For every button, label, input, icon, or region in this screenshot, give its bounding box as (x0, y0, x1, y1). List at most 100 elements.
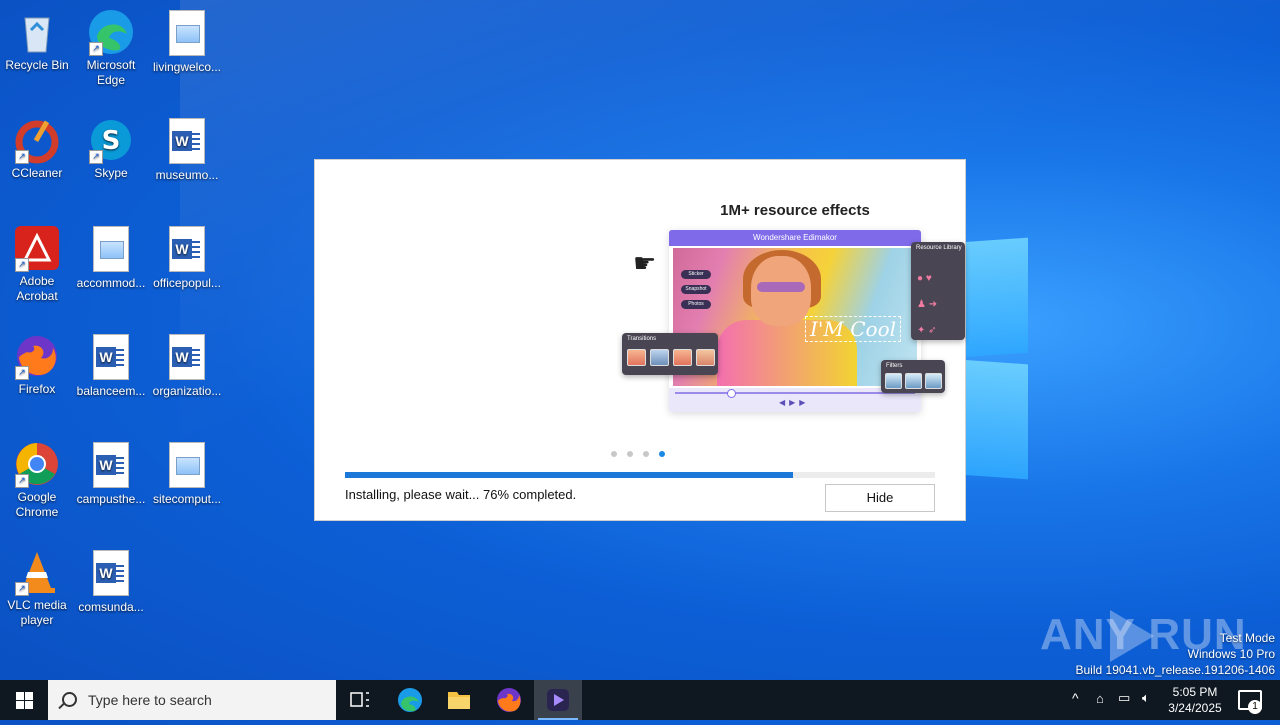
firefox-icon (497, 688, 521, 712)
desktop-icon-google-chrome[interactable]: ↗ Google Chrome (1, 440, 73, 520)
task-view-button[interactable] (336, 680, 384, 720)
windows-logo-wallpaper (960, 237, 1030, 480)
desktop-icon-label: Google Chrome (15, 490, 59, 519)
windows-build-info: Test Mode Windows 10 Pro Build 19041.vb_… (1076, 630, 1276, 678)
desktop-icon-vlc-media-player[interactable]: ↗ VLC media player (1, 548, 73, 628)
hide-button[interactable]: Hide (825, 484, 935, 512)
desktop-icon-museumo[interactable]: W museumo... (151, 116, 223, 183)
notification-count-badge: 1 (1248, 700, 1262, 714)
taskbar-edge-button[interactable] (386, 680, 434, 720)
desktop-icon-label: sitecomput... (152, 492, 222, 506)
shortcut-arrow-icon: ↗ (15, 366, 29, 380)
pagination-dot[interactable] (659, 451, 665, 457)
taskbar-firefox-button[interactable] (485, 680, 533, 720)
windows-edition-label: Windows 10 Pro (1187, 647, 1275, 661)
slide-title: 1M+ resource effects (720, 202, 870, 219)
image-file-icon (163, 442, 211, 490)
promo-chip: Photos (681, 300, 711, 309)
clock-date: 3/24/2025 (1168, 701, 1222, 715)
desktop-icon-firefox[interactable]: ↗ Firefox (1, 332, 73, 397)
search-placeholder: Type here to search (88, 692, 212, 708)
slide-pagination (611, 444, 675, 457)
vlc-cone-icon: ↗ (13, 548, 61, 596)
edge-icon: ↗ (87, 8, 135, 56)
shortcut-arrow-icon: ↗ (89, 150, 103, 164)
taskbar-file-explorer-button[interactable] (435, 680, 483, 720)
task-view-icon (350, 692, 369, 707)
desktop-icon-label: Microsoft Edge (86, 58, 136, 87)
pagination-dot[interactable] (643, 451, 649, 457)
panel-title: Resource Library (916, 245, 962, 251)
desktop-icon-sitecomput[interactable]: sitecomput... (151, 440, 223, 507)
shortcut-arrow-icon: ↗ (89, 42, 103, 56)
pagination-dot[interactable] (627, 451, 633, 457)
word-document-icon: W (163, 118, 211, 166)
clock-time: 5:05 PM (1172, 685, 1218, 699)
desktop-icon-microsoft-edge[interactable]: ↗ Microsoft Edge (75, 8, 147, 88)
desktop-icon-balanceem[interactable]: W balanceem... (75, 332, 147, 399)
word-document-icon: W (163, 334, 211, 382)
install-progress-fill (345, 472, 794, 478)
desktop-icon-organizatio[interactable]: W organizatio... (151, 332, 223, 399)
promo-app-title: Wondershare Edimakor (669, 230, 921, 246)
desktop-icon-skype[interactable]: S ↗ Skype (75, 116, 147, 181)
promo-chip-list: Sticker Snapshot Photos (681, 270, 711, 315)
volume-icon[interactable]: 🔈︎ (1142, 690, 1150, 706)
desktop-icon-label: museumo... (155, 168, 219, 182)
search-icon (62, 692, 77, 707)
word-document-icon: W (87, 334, 135, 382)
firefox-icon: ↗ (13, 332, 61, 380)
desktop-icon-label: VLC media player (7, 598, 67, 627)
usb-device-icon[interactable]: ⌂ (1096, 691, 1104, 706)
pagination-dot[interactable] (611, 451, 617, 457)
windows-build-label: Build 19041.vb_release.191206-1406 (1075, 663, 1276, 677)
panel-title: Filters (886, 363, 903, 369)
image-file-icon (87, 226, 135, 274)
desktop-icon-livingwelco[interactable]: livingwelco... (151, 8, 223, 75)
desktop-icon-label: balanceem... (76, 384, 146, 398)
shortcut-arrow-icon: ↗ (15, 150, 29, 164)
ccleaner-icon: ↗ (13, 116, 61, 164)
taskbar-search-box[interactable]: Type here to search (48, 680, 336, 720)
edimakor-app-icon (547, 689, 569, 711)
desktop-icon-officepopul[interactable]: W officepopul... (151, 224, 223, 291)
taskbar-clock[interactable]: 5:05 PM 3/24/2025 (1160, 684, 1230, 716)
shortcut-arrow-icon: ↗ (15, 582, 29, 596)
recycle-bin-icon (13, 8, 61, 56)
player-buttons-icon: ◀▶▶ (779, 398, 810, 407)
network-icon[interactable]: ▭ (1118, 690, 1130, 706)
desktop-icon-ccleaner[interactable]: ↗ CCleaner (1, 116, 73, 181)
skype-icon: S ↗ (87, 116, 135, 164)
start-button[interactable] (0, 680, 48, 720)
desktop-icon-label: organizatio... (152, 384, 222, 398)
show-hidden-icons-chevron-icon[interactable]: ^ (1072, 690, 1079, 706)
desktop-icon-label: Skype (94, 166, 128, 180)
shortcut-arrow-icon: ↗ (15, 258, 29, 272)
chrome-icon: ↗ (13, 440, 61, 488)
installer-dialog: 1M+ resource effects ☛ Wondershare Edima… (315, 160, 965, 520)
desktop-icon-label: Firefox (18, 382, 56, 396)
desktop-icon-label: Adobe Acrobat (16, 274, 58, 303)
desktop-icon-label: campusthe... (76, 492, 146, 506)
word-document-icon: W (87, 550, 135, 598)
desktop-icon-accommod[interactable]: accommod... (75, 224, 147, 291)
promo-chip: Snapshot (681, 285, 711, 294)
acrobat-icon: ↗ (13, 224, 61, 272)
promo-chip: Sticker (681, 270, 711, 279)
system-tray: ^ ⌂ ▭ 🔈︎ (1066, 680, 1162, 720)
promo-library-panel: Resource Library ● ♥ ♟ ➜ ✦ ➶ (911, 242, 965, 340)
desktop-icon-campusthe[interactable]: W campusthe... (75, 440, 147, 507)
panel-title: Transitions (627, 336, 657, 342)
install-status-text: Installing, please wait... 76% completed… (345, 487, 577, 502)
taskbar-installer-app-button[interactable] (534, 680, 582, 720)
desktop-icon-recycle-bin[interactable]: Recycle Bin (1, 8, 73, 73)
word-document-icon: W (87, 442, 135, 490)
desktop-icon-label: CCleaner (11, 166, 63, 180)
install-progress-bar (345, 472, 935, 478)
desktop-icon-label: livingwelco... (152, 60, 222, 74)
shortcut-arrow-icon: ↗ (15, 474, 29, 488)
svg-text:S: S (102, 126, 121, 156)
taskbar: Type here to search ^ ⌂ ▭ 🔈︎ 5:05 PM 3/2… (0, 680, 1280, 720)
desktop-icon-adobe-acrobat[interactable]: ↗ Adobe Acrobat (1, 224, 73, 304)
desktop-icon-comsunda[interactable]: W comsunda... (75, 548, 147, 615)
